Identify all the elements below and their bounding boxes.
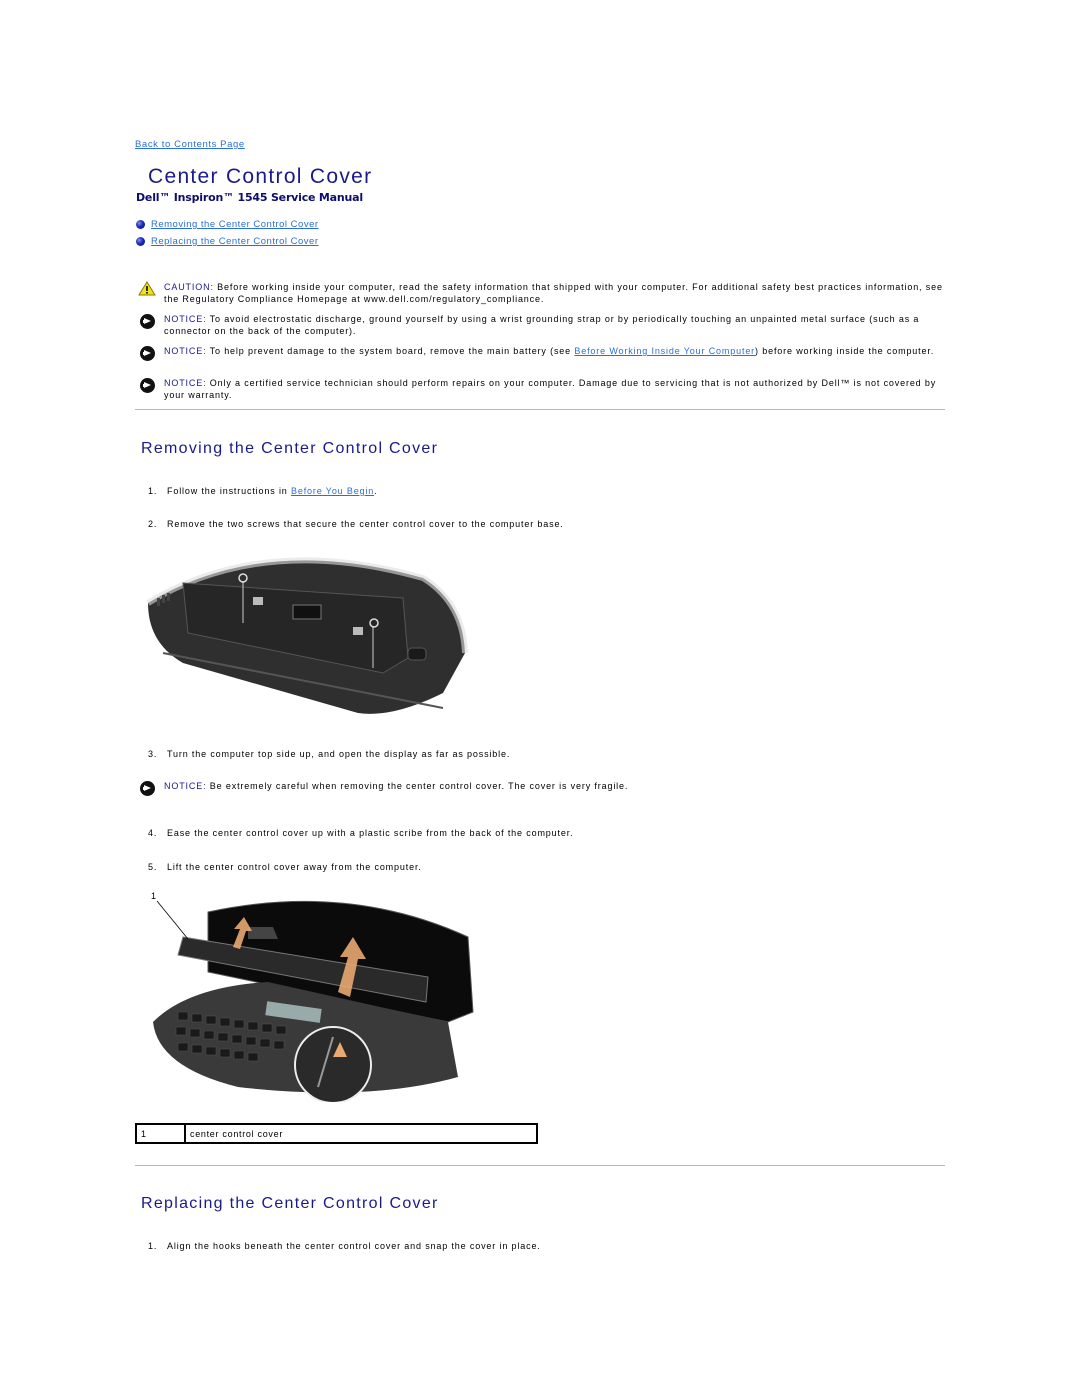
notice-label: NOTICE:: [164, 378, 207, 388]
figure-cover-removal: 1: [148, 887, 478, 1104]
step-item: 4. Ease the center control cover up with…: [148, 828, 573, 838]
caution-note: CAUTION: Before working inside your comp…: [136, 281, 946, 305]
notice-warranty: NOTICE: Only a certified service technic…: [136, 377, 946, 401]
step-text: .: [374, 486, 378, 496]
notice-text: Be extremely careful when removing the c…: [206, 781, 629, 791]
step-item: 2. Remove the two screws that secure the…: [148, 519, 564, 529]
section-divider: [135, 409, 945, 410]
notice-text: To help prevent damage to the system boa…: [206, 346, 575, 356]
step-text: Remove the two screws that secure the ce…: [167, 519, 564, 529]
callout-number: 1: [135, 1123, 186, 1144]
laptop-cover-illustration: 1: [151, 891, 474, 1104]
notice-label: NOTICE:: [164, 346, 207, 356]
replacing-heading: Replacing the Center Control Cover: [141, 1195, 439, 1212]
notice-label: NOTICE:: [164, 314, 207, 324]
notice-battery: NOTICE: To help prevent damage to the sy…: [136, 345, 946, 361]
laptop-base-illustration: [146, 557, 468, 714]
table-row: 1 center control cover: [135, 1123, 538, 1144]
step-number: 1.: [148, 486, 158, 496]
step-item: 1. Follow the instructions in Before You…: [148, 486, 378, 496]
figure-callout-number: 1: [151, 891, 156, 901]
notice-arrow-icon: [139, 781, 155, 796]
step-text: Align the hooks beneath the center contr…: [167, 1241, 541, 1251]
step-number: 4.: [148, 828, 158, 838]
toc-link-removing[interactable]: Removing the Center Control Cover: [151, 219, 319, 230]
before-working-inside-link[interactable]: Before Working Inside Your Computer: [574, 346, 755, 356]
step-number: 3.: [148, 749, 158, 759]
notice-esd: NOTICE: To avoid electrostatic discharge…: [136, 313, 946, 337]
notice-fragile: NOTICE: Be extremely careful when removi…: [136, 780, 946, 796]
toc-item-replacing: Replacing the Center Control Cover: [136, 236, 319, 247]
step-text: Follow the instructions in: [167, 486, 291, 496]
step-text: Ease the center control cover up with a …: [167, 828, 574, 838]
toc-item-removing: Removing the Center Control Cover: [136, 219, 319, 230]
callout-label: center control cover: [184, 1123, 538, 1144]
notice-arrow-icon: [139, 314, 155, 329]
step-item: 5. Lift the center control cover away fr…: [148, 862, 422, 872]
step-number: 2.: [148, 519, 158, 529]
notice-arrow-icon: [139, 378, 155, 393]
step-text: Turn the computer top side up, and open …: [167, 749, 511, 759]
toc-link-replacing[interactable]: Replacing the Center Control Cover: [151, 236, 319, 247]
removing-heading: Removing the Center Control Cover: [141, 440, 439, 457]
blue-bullet-icon: [136, 237, 145, 246]
notice-text: Only a certified service technician shou…: [164, 378, 937, 400]
manual-subtitle: Dell™ Inspiron™ 1545 Service Manual: [136, 191, 363, 204]
caution-text: Before working inside your computer, rea…: [164, 282, 943, 304]
step-text: Lift the center control cover away from …: [167, 862, 422, 872]
warning-triangle-icon: [136, 281, 158, 305]
blue-bullet-icon: [136, 220, 145, 229]
notice-text: To avoid electrostatic discharge, ground…: [164, 314, 920, 336]
caution-label: CAUTION:: [164, 282, 214, 292]
section-divider: [135, 1165, 945, 1166]
figure-screws-removal: [143, 543, 468, 718]
step-number: 5.: [148, 862, 158, 872]
before-you-begin-link[interactable]: Before You Begin: [291, 486, 374, 496]
back-to-contents-link[interactable]: Back to Contents Page: [135, 139, 245, 150]
step-number: 1.: [148, 1241, 158, 1251]
page-title: Center Control Cover: [148, 165, 373, 188]
callout-table: 1 center control cover: [135, 1123, 538, 1144]
notice-text: ) before working inside the computer.: [755, 346, 935, 356]
notice-arrow-icon: [139, 346, 155, 361]
step-item: 1. Align the hooks beneath the center co…: [148, 1241, 541, 1251]
step-item: 3. Turn the computer top side up, and op…: [148, 749, 510, 759]
notice-label: NOTICE:: [164, 781, 207, 791]
